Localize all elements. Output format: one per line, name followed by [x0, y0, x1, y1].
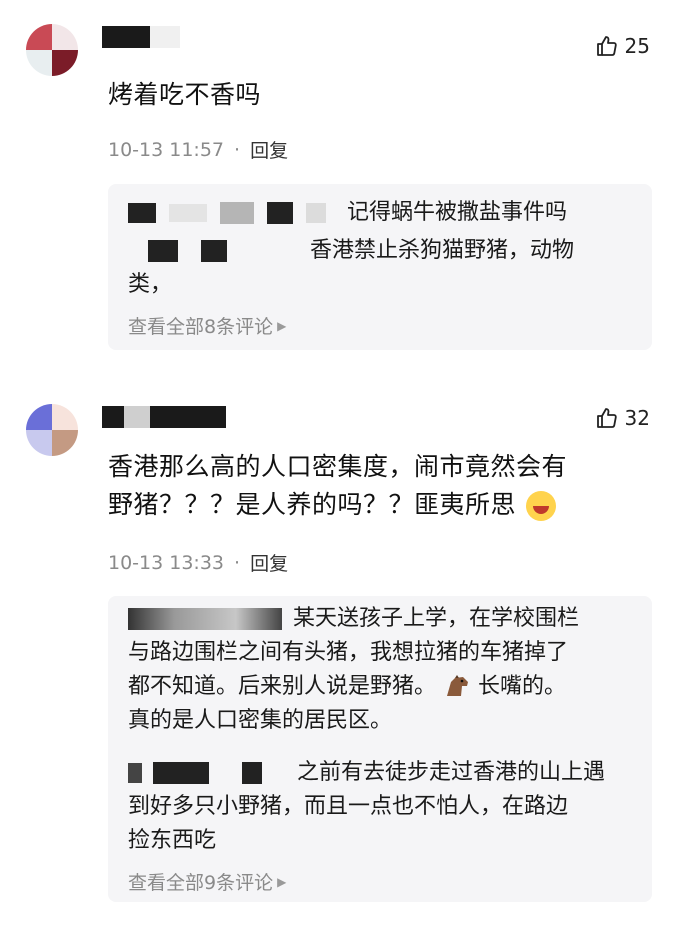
horse-emoji	[447, 675, 469, 696]
timestamp: 10-13 13:33	[108, 551, 225, 574]
thumbs-up-icon	[596, 408, 617, 428]
comment-2: 32 香港那么高的人口密集度，闹市竟然会有 野猪？？？是人养的吗？？匪夷所思 1…	[0, 0, 680, 934]
username-redacted[interactable]	[128, 763, 142, 783]
reply-text: 某天送孩子上学，在学校围栏	[293, 606, 580, 631]
reply-box: 某天送孩子上学，在学校围栏 与路边围栏之间有头猪，我想拉猪的车猪掉了 都不知道。…	[108, 596, 652, 902]
reply-line: 捡东西吃	[128, 828, 217, 853]
reply-line: 都不知道。后来别人说是野猪。 长嘴的。	[128, 670, 632, 704]
view-all-label: 查看全部9条评论	[128, 872, 274, 894]
like-count: 32	[624, 406, 650, 430]
reply-text: 都不知道。后来别人说是野猪。	[128, 674, 437, 699]
reply-line: 之前有去徒步走过香港的山上遇	[128, 756, 632, 790]
like-button[interactable]: 32	[595, 406, 650, 430]
reply-text: 之前有去徒步走过香港的山上遇	[297, 760, 606, 785]
reply-button[interactable]: 回复	[250, 549, 288, 576]
comment-text-line: 香港那么高的人口密集度，闹市竟然会有	[108, 452, 568, 481]
crying-laughing-emoji	[526, 491, 557, 521]
comment-text-part: 野猪？？？是人养的吗？？匪夷所思	[108, 490, 517, 519]
avatar[interactable]	[26, 404, 78, 456]
comment-text-line: 野猪？？？是人养的吗？？匪夷所思	[108, 486, 640, 524]
separator: ·	[234, 551, 241, 574]
reply-text: 长嘴的。	[478, 674, 567, 699]
reply-line: 真的是人口密集的居民区。	[128, 708, 393, 733]
username-redacted[interactable]	[128, 608, 282, 630]
chevron-right-icon: ▶	[277, 874, 287, 889]
comment-text: 香港那么高的人口密集度，闹市竟然会有 野猪？？？是人养的吗？？匪夷所思	[108, 448, 640, 524]
reply-line: 到好多只小野猪，而且一点也不怕人，在路边	[128, 794, 569, 819]
username-redacted[interactable]	[102, 406, 226, 428]
username-redacted	[153, 762, 209, 784]
view-all-replies-link[interactable]: 查看全部9条评论 ▶	[128, 868, 286, 895]
comment-meta: 10-13 13:33 · 回复	[108, 549, 288, 576]
username-redacted	[242, 762, 262, 784]
reply-line: 与路边围栏之间有头猪，我想拉猪的车猪掉了	[128, 640, 569, 665]
reply-line: 某天送孩子上学，在学校围栏	[128, 602, 632, 636]
